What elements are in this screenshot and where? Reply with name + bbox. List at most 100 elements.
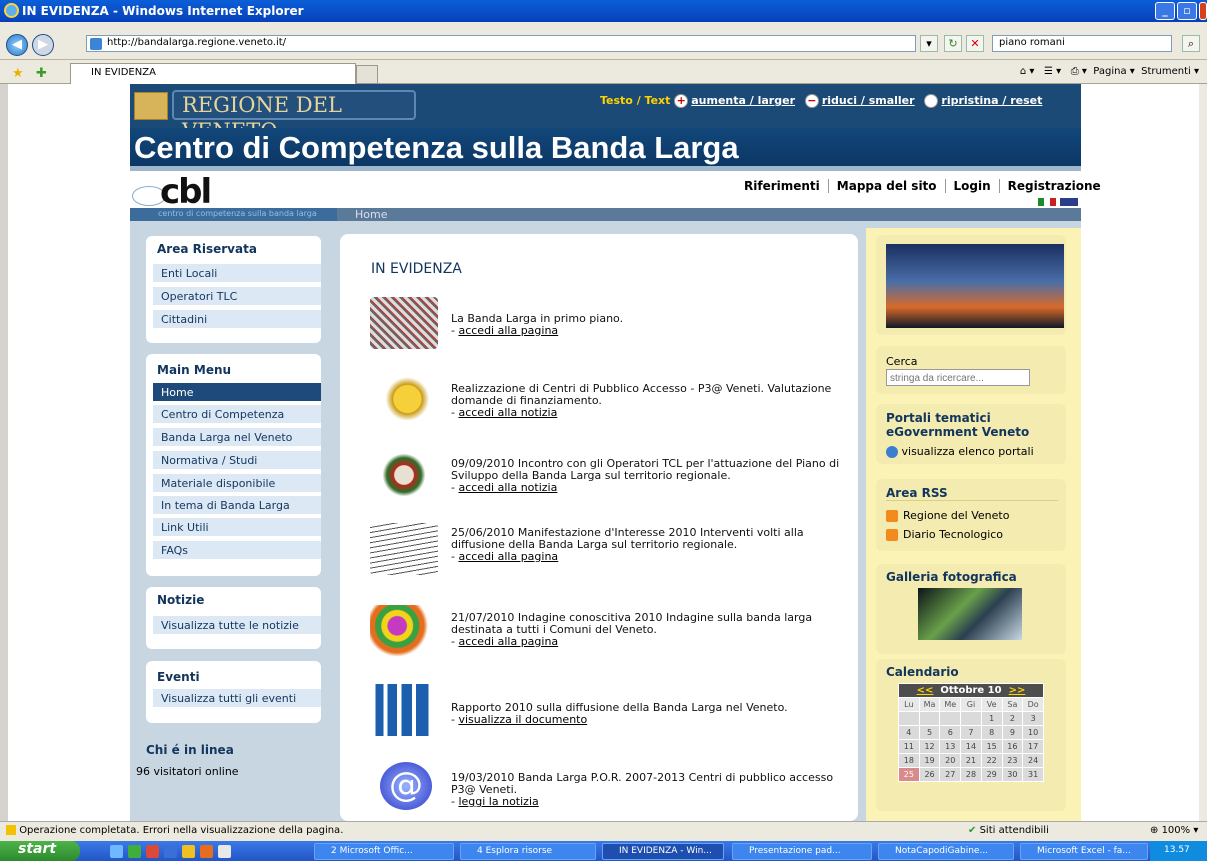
task-ie[interactable]: IN EVIDENZA - Win... <box>602 843 724 860</box>
larger-link[interactable]: aumenta / larger <box>691 94 795 107</box>
calendar-day[interactable]: 1 <box>980 711 1003 726</box>
menu-materiale-disponibile[interactable]: Materiale disponibile <box>153 474 321 493</box>
ie-quicklaunch-icon[interactable] <box>110 845 123 858</box>
excel-quicklaunch-icon[interactable] <box>128 845 141 858</box>
rss-link-regione[interactable]: Regione del Veneto <box>903 509 1009 522</box>
page-menu[interactable]: Pagina <box>1093 66 1126 77</box>
menu-in-tema-di-banda-larga[interactable]: In tema di Banda Larga <box>153 496 321 515</box>
menu-cittadini[interactable]: Cittadini <box>153 310 321 329</box>
portali-link[interactable]: visualizza elenco portali <box>902 445 1034 458</box>
menu-banda-larga-nel-veneto[interactable]: Banda Larga nel Veneto <box>153 428 321 447</box>
calendar-day[interactable]: 15 <box>980 739 1003 754</box>
cbl-logo[interactable]: cbl <box>132 172 212 212</box>
smaller-link[interactable]: riduci / smaller <box>822 94 915 107</box>
clock[interactable]: 13.57 <box>1164 845 1190 855</box>
task-excel[interactable]: Microsoft Excel - fa... <box>1020 843 1148 860</box>
calendar-day[interactable]: 14 <box>960 739 982 754</box>
start-button[interactable]: start <box>0 841 80 861</box>
breadcrumb[interactable]: Home <box>355 208 387 221</box>
add-favorite-icon[interactable]: ✚ <box>36 66 47 81</box>
refresh-icon[interactable]: ↻ <box>944 35 962 52</box>
rss-link-diario[interactable]: Diario Tecnologico <box>903 528 1003 541</box>
english-flag-icon[interactable] <box>1060 198 1078 206</box>
calendar-day[interactable]: 4 <box>898 725 920 740</box>
notizie-link[interactable]: Visualizza tutte le notizie <box>153 616 321 635</box>
calendar-day[interactable]: 10 <box>1022 725 1044 740</box>
news-link-7[interactable]: leggi la notizia <box>458 795 538 808</box>
desktop-quicklaunch-icon[interactable] <box>218 845 231 858</box>
menu-centro-di-competenza[interactable]: Centro di Competenza <box>153 405 321 424</box>
at-sign-icon[interactable]: @ <box>380 762 432 810</box>
address-dropdown-icon[interactable]: ▾ <box>920 35 938 52</box>
tab-in-evidenza[interactable]: IN EVIDENZA <box>70 63 356 84</box>
window-title-bar[interactable]: IN EVIDENZA - Windows Internet Explorer <box>0 0 1207 22</box>
calendar-day[interactable]: 3 <box>1022 711 1044 726</box>
calendar-day[interactable]: 19 <box>918 753 941 768</box>
calendar-day[interactable]: 17 <box>1022 739 1044 754</box>
calendar-day[interactable]: 13 <box>939 739 962 754</box>
task-nota[interactable]: NotaCapodiGabine... <box>878 843 1014 860</box>
calendar-day[interactable]: 28 <box>960 767 982 782</box>
minimize-button[interactable]: _ <box>1155 2 1175 20</box>
close-button[interactable] <box>1199 2 1207 20</box>
highway-photo[interactable] <box>886 244 1064 328</box>
print-icon[interactable]: ⎙ ▾ <box>1071 66 1087 77</box>
menu-enti-locali[interactable]: Enti Locali <box>153 264 321 283</box>
calendar-day[interactable]: 11 <box>898 739 920 754</box>
reset-icon[interactable] <box>924 94 939 108</box>
calendar-day[interactable]: 2 <box>1001 711 1024 726</box>
search-icon[interactable]: ⌕ <box>1182 35 1200 52</box>
powerpoint-quicklaunch-icon[interactable] <box>146 845 159 858</box>
forward-button-icon[interactable]: ▶ <box>32 34 54 56</box>
task-office[interactable]: 2 Microsoft Offic... <box>314 843 454 860</box>
menu-operatori-tlc[interactable]: Operatori TLC <box>153 287 321 306</box>
calendar-day[interactable]: 26 <box>918 767 941 782</box>
cal-prev-button[interactable]: << <box>917 685 934 696</box>
calendar-day[interactable]: 22 <box>980 753 1003 768</box>
eventi-link[interactable]: Visualizza tutti gli eventi <box>153 689 321 708</box>
zoom-control[interactable]: ⊕ 100% ▾ <box>1150 825 1198 836</box>
warning-icon[interactable] <box>6 825 16 835</box>
menu-normativa-studi[interactable]: Normativa / Studi <box>153 451 321 470</box>
calendar-day[interactable]: 8 <box>980 725 1003 740</box>
minus-icon[interactable]: − <box>804 94 819 108</box>
word-quicklaunch-icon[interactable] <box>164 845 177 858</box>
calendar-day[interactable]: 31 <box>1022 767 1044 782</box>
cal-next-button[interactable]: >> <box>1009 685 1026 696</box>
regione-logo[interactable]: REGIONE DEL VENETO <box>172 90 416 143</box>
calendar-day[interactable]: 18 <box>898 753 920 768</box>
favorites-star-icon[interactable]: ★ <box>12 66 24 81</box>
calendar-day[interactable]: 12 <box>918 739 941 754</box>
euro-icon[interactable] <box>370 373 438 425</box>
news-link-5[interactable]: accedi alla pagina <box>458 635 558 648</box>
film-strip-image[interactable] <box>918 588 1022 640</box>
reset-link[interactable]: ripristina / reset <box>941 94 1042 107</box>
news-link-1[interactable]: accedi alla pagina <box>458 324 558 337</box>
calendar-day[interactable]: 30 <box>1001 767 1024 782</box>
nav-riferimenti[interactable]: Riferimenti <box>736 179 828 193</box>
news-link-6[interactable]: visualizza il documento <box>458 713 587 726</box>
site-search-input[interactable] <box>886 369 1030 386</box>
calendar-day[interactable]: 21 <box>960 753 982 768</box>
search-input[interactable]: piano romani <box>992 35 1172 52</box>
address-input[interactable]: http://bandalarga.regione.veneto.it/ <box>86 35 916 52</box>
calendar-day[interactable]: 7 <box>960 725 982 740</box>
calendar-day[interactable]: 25 <box>898 767 920 782</box>
nav-registrazione[interactable]: Registrazione <box>1000 179 1109 193</box>
menu-faqs[interactable]: FAQs <box>153 541 321 560</box>
growth-chart-icon[interactable] <box>370 684 438 736</box>
outlook-quicklaunch-icon[interactable] <box>200 845 213 858</box>
task-esplora-risorse[interactable]: 4 Esplora risorse <box>460 843 596 860</box>
news-link-3[interactable]: accedi alla notizia <box>458 481 557 494</box>
calendar-day[interactable]: 24 <box>1022 753 1044 768</box>
calendar-day[interactable]: 6 <box>939 725 962 740</box>
calendar-day[interactable]: 9 <box>1001 725 1024 740</box>
calendar-day[interactable]: 16 <box>1001 739 1024 754</box>
italian-flag-icon[interactable] <box>1038 198 1056 206</box>
tools-menu[interactable]: Strumenti <box>1141 66 1191 77</box>
nav-login[interactable]: Login <box>946 179 999 193</box>
veneto-map-icon[interactable] <box>370 605 438 657</box>
plus-icon[interactable]: + <box>674 94 689 108</box>
feeds-icon[interactable]: ☰ ▾ <box>1044 66 1061 77</box>
vertical-scrollbar[interactable] <box>1199 84 1207 821</box>
